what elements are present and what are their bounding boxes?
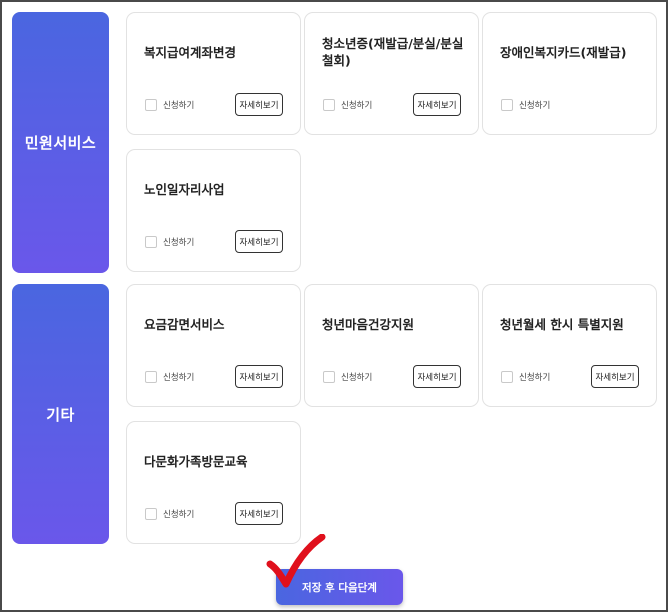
apply-checkbox[interactable]: 신청하기 [145, 508, 194, 520]
service-card-disability-card: 장애인복지카드(재발급) 신청하기 [482, 12, 657, 135]
apply-label: 신청하기 [519, 101, 551, 111]
save-next-button[interactable]: 저장 후 다음단계 [276, 569, 403, 605]
checkbox-icon[interactable] [145, 236, 157, 248]
checkbox-icon[interactable] [145, 99, 157, 111]
detail-button[interactable]: 자세히보기 [591, 365, 639, 388]
apply-checkbox[interactable]: 신청하기 [145, 371, 194, 383]
checkbox-icon[interactable] [501, 371, 513, 383]
checkbox-icon[interactable] [323, 371, 335, 383]
apply-label: 신청하기 [163, 101, 195, 111]
category-other: 기타 [12, 284, 109, 544]
checkbox-icon[interactable] [323, 99, 335, 111]
apply-checkbox[interactable]: 신청하기 [323, 371, 372, 383]
checkbox-icon[interactable] [145, 508, 157, 520]
service-card-youth-rent-support: 청년월세 한시 특별지원 신청하기 자세히보기 [482, 284, 657, 407]
apply-checkbox[interactable]: 신청하기 [145, 99, 194, 111]
card-title: 복지급여계좌변경 [144, 44, 237, 60]
detail-button[interactable]: 자세히보기 [235, 93, 283, 116]
checkbox-icon[interactable] [145, 371, 157, 383]
apply-label: 신청하기 [163, 238, 195, 248]
card-title: 장애인복지카드(재발급) [500, 44, 627, 60]
card-title: 요금감면서비스 [144, 316, 225, 332]
apply-checkbox[interactable]: 신청하기 [323, 99, 372, 111]
service-card-multicultural-education: 다문화가족방문교육 신청하기 자세히보기 [126, 421, 301, 544]
card-title: 노인일자리사업 [144, 181, 225, 197]
apply-label: 신청하기 [341, 101, 373, 111]
apply-checkbox[interactable]: 신청하기 [145, 236, 194, 248]
card-title: 청년마음건강지원 [322, 316, 415, 332]
card-title: 청년월세 한시 특별지원 [500, 316, 624, 332]
apply-checkbox[interactable]: 신청하기 [501, 99, 550, 111]
detail-button[interactable]: 자세히보기 [413, 365, 461, 388]
service-card-senior-jobs: 노인일자리사업 신청하기 자세히보기 [126, 149, 301, 272]
category-label: 민원서비스 [24, 134, 97, 152]
service-card-fee-reduction: 요금감면서비스 신청하기 자세히보기 [126, 284, 301, 407]
apply-label: 신청하기 [519, 373, 551, 383]
detail-button[interactable]: 자세히보기 [413, 93, 461, 116]
category-civil-service: 민원서비스 [12, 12, 109, 273]
detail-button[interactable]: 자세히보기 [235, 365, 283, 388]
category-label: 기타 [46, 405, 75, 424]
apply-label: 신청하기 [163, 510, 195, 520]
service-card-welfare-account: 복지급여계좌변경 신청하기 자세히보기 [126, 12, 301, 135]
application-window: 민원서비스 복지급여계좌변경 신청하기 자세히보기 청소년증(재발급/분실/분실… [0, 0, 668, 612]
apply-label: 신청하기 [163, 373, 195, 383]
apply-label: 신청하기 [341, 373, 373, 383]
detail-button[interactable]: 자세히보기 [235, 230, 283, 253]
service-card-youth-id: 청소년증(재발급/분실/분실철회) 신청하기 자세히보기 [304, 12, 479, 135]
detail-button[interactable]: 자세히보기 [235, 502, 283, 525]
checkbox-icon[interactable] [501, 99, 513, 111]
card-title: 청소년증(재발급/분실/분실철회) [322, 36, 464, 68]
card-title: 다문화가족방문교육 [144, 453, 248, 469]
apply-checkbox[interactable]: 신청하기 [501, 371, 550, 383]
service-card-youth-mental-health: 청년마음건강지원 신청하기 자세히보기 [304, 284, 479, 407]
